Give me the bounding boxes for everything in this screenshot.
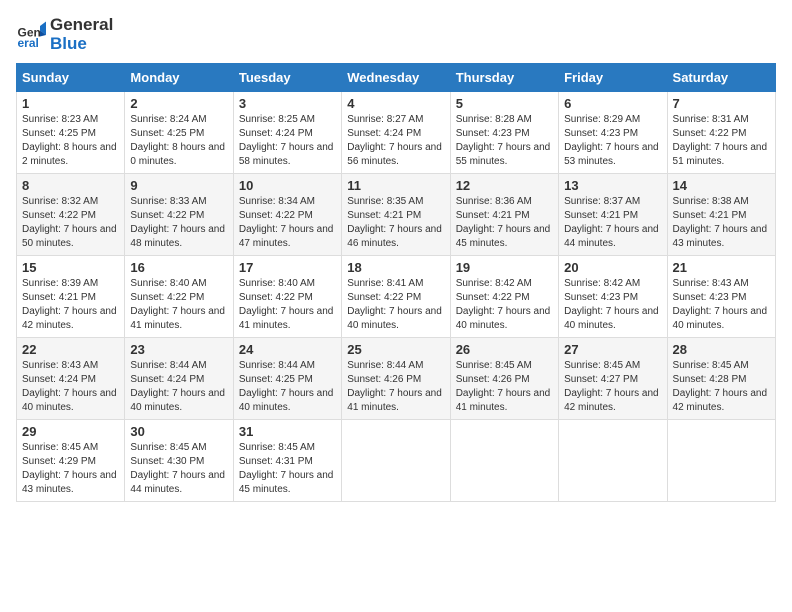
col-header-sunday: Sunday	[17, 64, 125, 92]
col-header-friday: Friday	[559, 64, 667, 92]
table-row: 31Sunrise: 8:45 AMSunset: 4:31 PMDayligh…	[233, 420, 341, 502]
table-row	[342, 420, 450, 502]
table-row: 18Sunrise: 8:41 AMSunset: 4:22 PMDayligh…	[342, 256, 450, 338]
table-row: 17Sunrise: 8:40 AMSunset: 4:22 PMDayligh…	[233, 256, 341, 338]
col-header-wednesday: Wednesday	[342, 64, 450, 92]
table-row: 28Sunrise: 8:45 AMSunset: 4:28 PMDayligh…	[667, 338, 775, 420]
col-header-saturday: Saturday	[667, 64, 775, 92]
table-row: 29Sunrise: 8:45 AMSunset: 4:29 PMDayligh…	[17, 420, 125, 502]
table-row: 10Sunrise: 8:34 AMSunset: 4:22 PMDayligh…	[233, 174, 341, 256]
table-row: 9Sunrise: 8:33 AMSunset: 4:22 PMDaylight…	[125, 174, 233, 256]
table-row: 27Sunrise: 8:45 AMSunset: 4:27 PMDayligh…	[559, 338, 667, 420]
calendar-table: SundayMondayTuesdayWednesdayThursdayFrid…	[16, 63, 776, 502]
table-row: 6Sunrise: 8:29 AMSunset: 4:23 PMDaylight…	[559, 92, 667, 174]
table-row	[559, 420, 667, 502]
table-row: 25Sunrise: 8:44 AMSunset: 4:26 PMDayligh…	[342, 338, 450, 420]
svg-text:eral: eral	[18, 36, 39, 50]
table-row: 14Sunrise: 8:38 AMSunset: 4:21 PMDayligh…	[667, 174, 775, 256]
table-row: 26Sunrise: 8:45 AMSunset: 4:26 PMDayligh…	[450, 338, 558, 420]
table-row: 24Sunrise: 8:44 AMSunset: 4:25 PMDayligh…	[233, 338, 341, 420]
logo-icon: Gen eral	[16, 20, 46, 50]
table-row: 15Sunrise: 8:39 AMSunset: 4:21 PMDayligh…	[17, 256, 125, 338]
page-header: Gen eral General Blue	[16, 16, 776, 53]
table-row: 19Sunrise: 8:42 AMSunset: 4:22 PMDayligh…	[450, 256, 558, 338]
table-row: 30Sunrise: 8:45 AMSunset: 4:30 PMDayligh…	[125, 420, 233, 502]
table-row: 11Sunrise: 8:35 AMSunset: 4:21 PMDayligh…	[342, 174, 450, 256]
col-header-tuesday: Tuesday	[233, 64, 341, 92]
table-row: 21Sunrise: 8:43 AMSunset: 4:23 PMDayligh…	[667, 256, 775, 338]
col-header-thursday: Thursday	[450, 64, 558, 92]
table-row: 1Sunrise: 8:23 AMSunset: 4:25 PMDaylight…	[17, 92, 125, 174]
col-header-monday: Monday	[125, 64, 233, 92]
table-row: 7Sunrise: 8:31 AMSunset: 4:22 PMDaylight…	[667, 92, 775, 174]
table-row: 13Sunrise: 8:37 AMSunset: 4:21 PMDayligh…	[559, 174, 667, 256]
table-row: 20Sunrise: 8:42 AMSunset: 4:23 PMDayligh…	[559, 256, 667, 338]
table-row: 2Sunrise: 8:24 AMSunset: 4:25 PMDaylight…	[125, 92, 233, 174]
table-row: 5Sunrise: 8:28 AMSunset: 4:23 PMDaylight…	[450, 92, 558, 174]
table-row: 23Sunrise: 8:44 AMSunset: 4:24 PMDayligh…	[125, 338, 233, 420]
table-row: 12Sunrise: 8:36 AMSunset: 4:21 PMDayligh…	[450, 174, 558, 256]
table-row: 22Sunrise: 8:43 AMSunset: 4:24 PMDayligh…	[17, 338, 125, 420]
table-row: 16Sunrise: 8:40 AMSunset: 4:22 PMDayligh…	[125, 256, 233, 338]
logo: Gen eral General Blue	[16, 16, 113, 53]
table-row: 4Sunrise: 8:27 AMSunset: 4:24 PMDaylight…	[342, 92, 450, 174]
table-row	[450, 420, 558, 502]
table-row	[667, 420, 775, 502]
table-row: 3Sunrise: 8:25 AMSunset: 4:24 PMDaylight…	[233, 92, 341, 174]
table-row: 8Sunrise: 8:32 AMSunset: 4:22 PMDaylight…	[17, 174, 125, 256]
